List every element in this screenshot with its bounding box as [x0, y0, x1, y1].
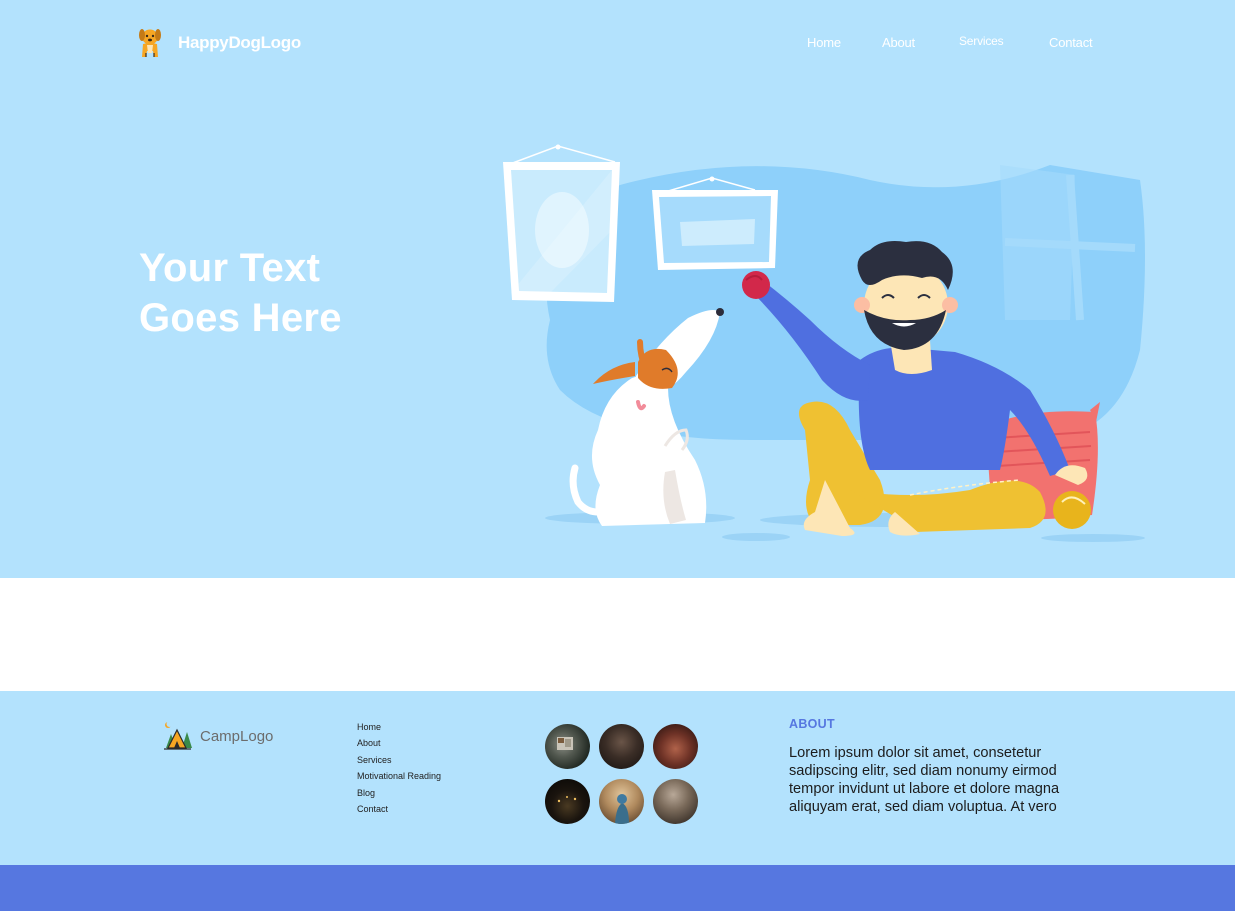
hero-title-line2: Goes Here: [139, 296, 342, 340]
gallery-photo[interactable]: [545, 779, 590, 824]
footer-brand-name: CampLogo: [200, 727, 274, 745]
gallery-photo[interactable]: [653, 724, 698, 769]
footer-link-services[interactable]: Services: [357, 754, 441, 770]
photo-gallery: [545, 724, 705, 834]
hero-title-line1: Your Text: [139, 246, 321, 290]
bottom-bar: [0, 865, 1235, 911]
gallery-photo[interactable]: [653, 779, 698, 824]
campsite-icon: [164, 721, 192, 750]
hero-title: Your Text Goes Here: [139, 243, 342, 343]
footer-link-home[interactable]: Home: [357, 721, 441, 737]
gallery-photo[interactable]: [599, 724, 644, 769]
picture-frame-left: [503, 144, 620, 302]
footer-about-text: Lorem ipsum dolor sit amet, consetetur s…: [789, 745, 1060, 815]
footer-link-motivational-reading[interactable]: Motivational Reading: [357, 770, 441, 786]
footer-link-blog[interactable]: Blog: [357, 787, 441, 803]
nav-services[interactable]: Services: [959, 34, 1004, 48]
main-nav: Home About Services Contact: [0, 34, 1235, 55]
nav-about[interactable]: About: [882, 35, 915, 50]
gallery-photo[interactable]: [599, 779, 644, 824]
footer-link-about[interactable]: About: [357, 737, 441, 753]
footer-links: Home About Services Motivational Reading…: [357, 721, 441, 819]
hero-section: HappyDogLogo Home About Services Contact…: [0, 0, 1235, 578]
footer-brand[interactable]: CampLogo: [162, 720, 273, 752]
footer-about-heading: ABOUT: [789, 717, 835, 731]
gallery-photo[interactable]: [545, 724, 590, 769]
nav-contact[interactable]: Contact: [1049, 35, 1093, 50]
nav-home[interactable]: Home: [807, 35, 841, 50]
content-gap: [0, 578, 1235, 691]
hero-illustration: [503, 144, 1145, 542]
footer-link-contact[interactable]: Contact: [357, 803, 441, 819]
footer: CampLogo Home About Services Motivationa…: [0, 691, 1235, 865]
picture-frame-right: [652, 176, 778, 270]
